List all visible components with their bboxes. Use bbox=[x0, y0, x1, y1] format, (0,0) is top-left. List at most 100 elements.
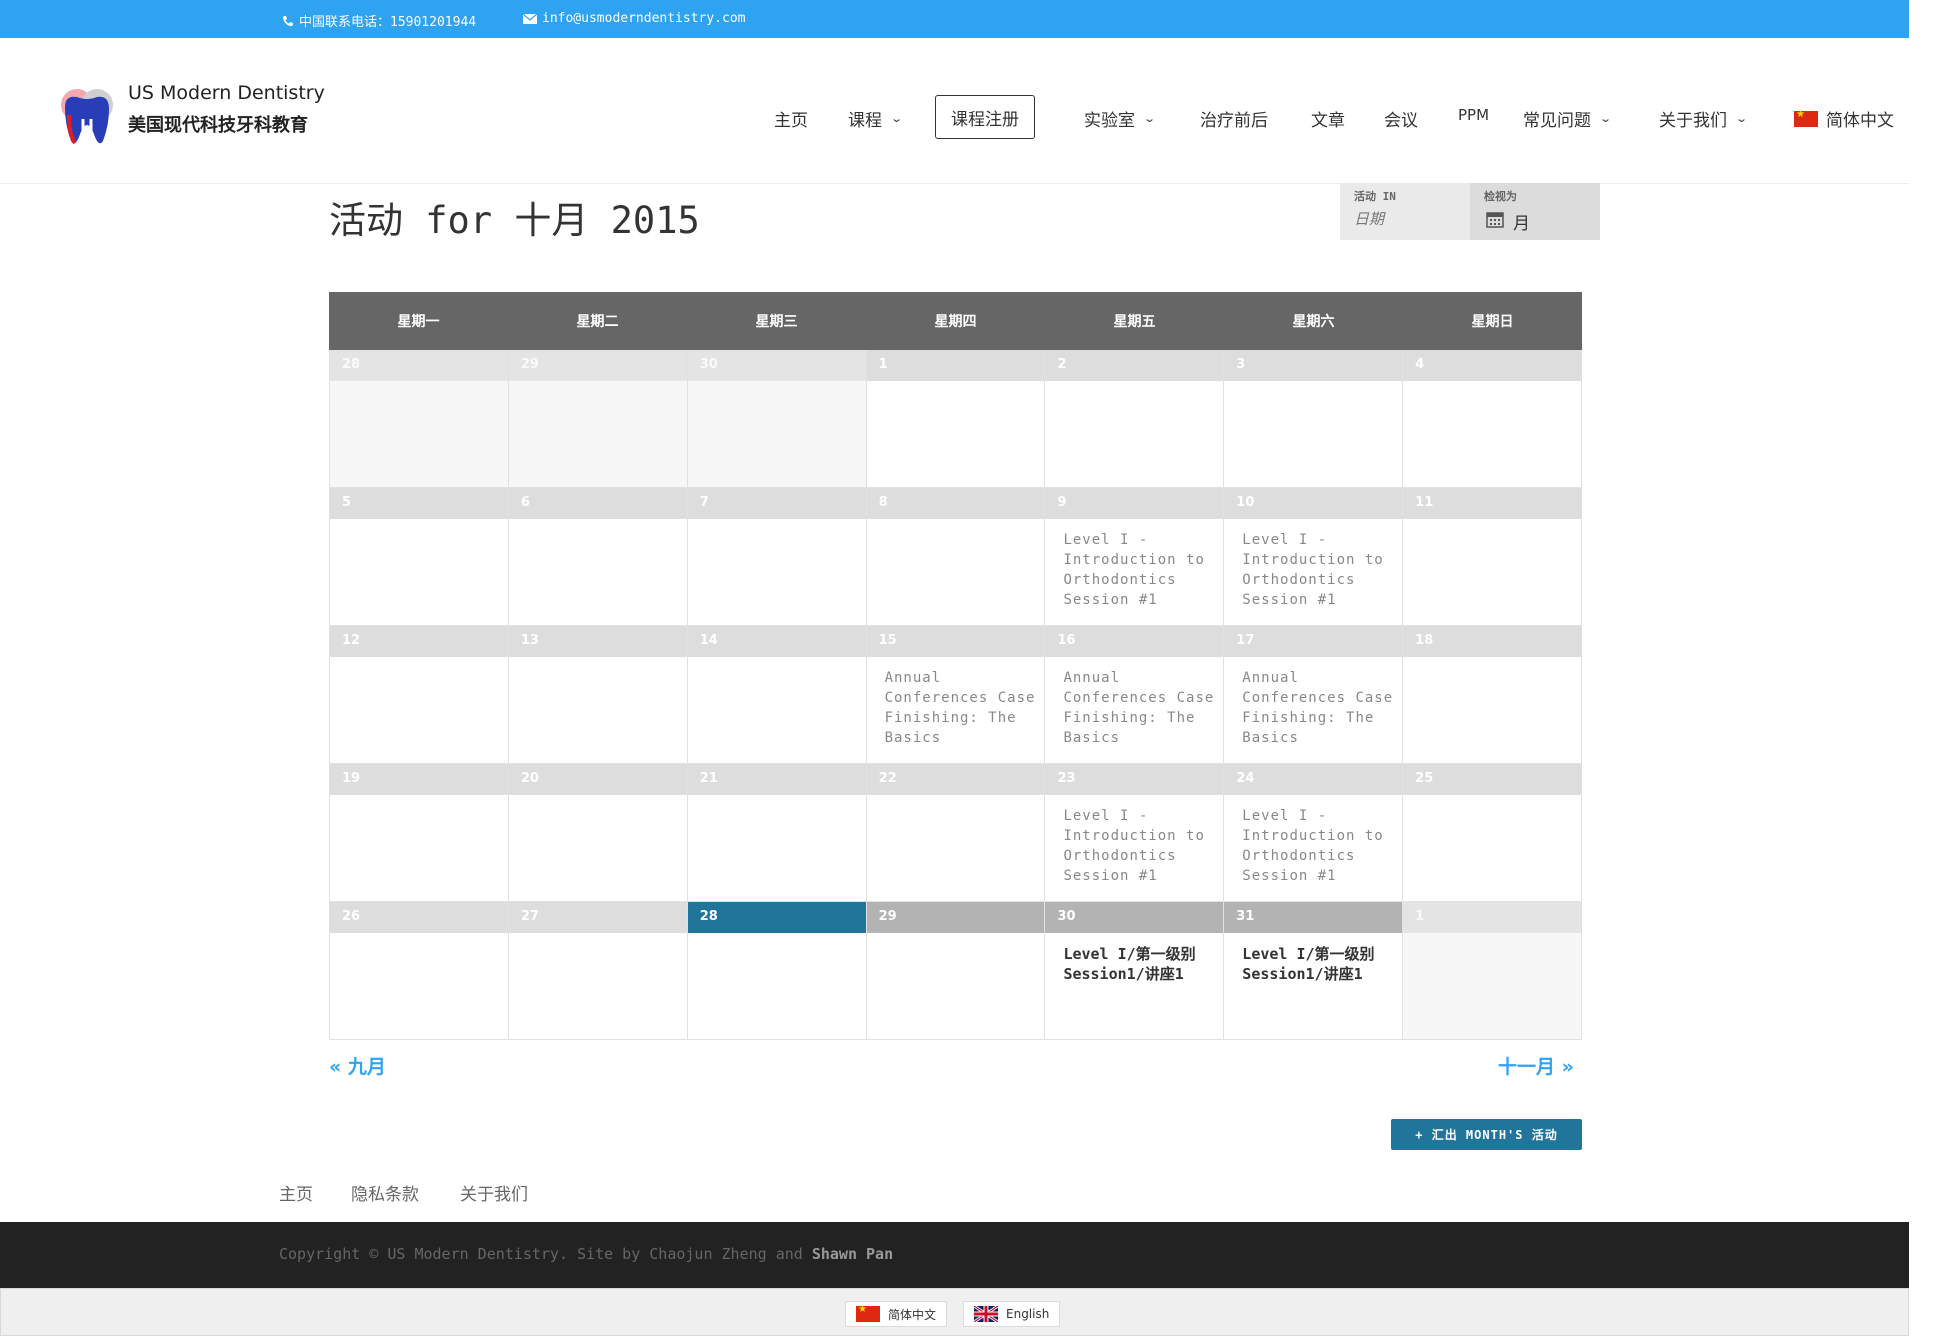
date-filter-input[interactable]: 日期 bbox=[1354, 208, 1384, 229]
calendar-day-cell[interactable]: 5 bbox=[329, 488, 509, 626]
calendar-day-cell[interactable]: 26 bbox=[329, 902, 509, 1040]
brand-name-cn[interactable]: 美国现代科技牙科教育 bbox=[128, 111, 308, 137]
calendar-event-link[interactable]: Level I - Introduction to Orthodontics S… bbox=[1242, 530, 1394, 610]
view-selector[interactable]: 检视为 月 bbox=[1470, 183, 1600, 240]
calendar-day-cell[interactable]: 30 Level I/第一级别 Session1/讲座1 bbox=[1045, 902, 1225, 1040]
view-selector-value[interactable]: 月 bbox=[1486, 209, 1530, 234]
nav-courses[interactable]: 课程 ⌄ bbox=[848, 106, 904, 131]
nav-register-button[interactable]: 课程注册 bbox=[935, 95, 1035, 139]
calendar-day-cell[interactable]: 19 bbox=[329, 764, 509, 902]
day-number: 10 bbox=[1224, 488, 1403, 519]
next-month-link[interactable]: 十一月 » bbox=[1498, 1052, 1574, 1079]
nav-before-after[interactable]: 治疗前后 bbox=[1200, 106, 1268, 131]
calendar-day-cell[interactable]: 9 Level I - Introduction to Orthodontics … bbox=[1045, 488, 1225, 626]
weekday-header: 星期六 bbox=[1292, 314, 1335, 330]
calendar-day-cell[interactable]: 1 bbox=[1403, 902, 1583, 1040]
calendar-day-cell[interactable]: 31 Level I/第一级别 Session1/讲座1 bbox=[1224, 902, 1404, 1040]
calendar-day-cell[interactable]: 18 bbox=[1403, 626, 1583, 764]
day-number: 27 bbox=[508, 902, 687, 933]
day-number: 31 bbox=[1224, 902, 1403, 933]
calendar-day-cell[interactable]: 7 bbox=[687, 488, 867, 626]
language-en-label: English bbox=[1006, 1307, 1050, 1321]
calendar-day-cell[interactable]: 24 Level I - Introduction to Orthodontics… bbox=[1224, 764, 1404, 902]
calendar-day-cell[interactable]: 15 Annual Conferences Case Finishing: The… bbox=[866, 626, 1046, 764]
nav-articles[interactable]: 文章 bbox=[1311, 106, 1345, 131]
day-number: 30 bbox=[687, 350, 866, 381]
nav-about[interactable]: 关于我们 ⌄ bbox=[1659, 106, 1748, 131]
nav-faq[interactable]: 常见问题 ⌄ bbox=[1523, 106, 1612, 131]
calendar-day-cell[interactable]: 14 bbox=[687, 626, 867, 764]
calendar-day-cell[interactable]: 8 bbox=[866, 488, 1046, 626]
calendar-day-cell[interactable]: 13 bbox=[508, 626, 688, 764]
footer-link-privacy[interactable]: 隐私条款 bbox=[351, 1180, 419, 1205]
chevron-down-icon: ⌄ bbox=[890, 112, 904, 125]
phone-icon bbox=[282, 15, 294, 27]
nav-home[interactable]: 主页 bbox=[774, 106, 808, 131]
calendar-day-cell[interactable]: 17 Annual Conferences Case Finishing: The… bbox=[1224, 626, 1404, 764]
calendar-day-cell[interactable]: 2 bbox=[1045, 350, 1225, 488]
calendar-day-cell[interactable]: 29 bbox=[866, 902, 1046, 1040]
calendar-day-cell[interactable]: 21 bbox=[687, 764, 867, 902]
calendar-event-link[interactable]: Level I - Introduction to Orthodontics S… bbox=[1063, 806, 1215, 886]
weekday-header: 星期二 bbox=[576, 314, 619, 330]
nav-ppm-label: PPM bbox=[1458, 106, 1490, 124]
calendar-day-cell[interactable]: 20 bbox=[508, 764, 688, 902]
calendar-day-cell[interactable]: 1 bbox=[866, 350, 1046, 488]
export-events-button[interactable]: + 汇出 MONTH'S 活动 bbox=[1391, 1119, 1582, 1150]
email-contact[interactable]: info@usmoderndentistry.com bbox=[523, 11, 746, 26]
calendar-event-link[interactable]: Level I - Introduction to Orthodontics S… bbox=[1063, 530, 1215, 610]
calendar-day-cell[interactable]: 28 bbox=[687, 902, 867, 1040]
calendar-day-cell[interactable]: 10 Level I - Introduction to Orthodontics… bbox=[1224, 488, 1404, 626]
day-number: 26 bbox=[330, 902, 508, 933]
calendar-day-cell[interactable]: 28 bbox=[329, 350, 509, 488]
calendar-day-cell[interactable]: 16 Annual Conferences Case Finishing: The… bbox=[1045, 626, 1225, 764]
page-title: 活动 for 十月 2015 bbox=[329, 199, 700, 242]
language-cn-label: 简体中文 bbox=[888, 1307, 937, 1322]
language-en-button[interactable]: English bbox=[963, 1301, 1061, 1327]
day-number: 19 bbox=[330, 764, 508, 795]
calendar-event-link[interactable]: Annual Conferences Case Finishing: The B… bbox=[1063, 668, 1215, 748]
page: 中国联系电话：15901201944 info@usmoderndentistr… bbox=[0, 0, 1909, 1336]
chevron-down-icon: ⌄ bbox=[1143, 112, 1157, 125]
nav-ppm[interactable]: PPM bbox=[1458, 106, 1489, 124]
calendar-header-row: 星期一 星期二 星期三 星期四 星期五 星期六 星期日 bbox=[329, 292, 1582, 350]
copyright-text: Copyright © US Modern Dentistry. Site by… bbox=[279, 1245, 893, 1263]
calendar-day-cell[interactable]: 27 bbox=[508, 902, 688, 1040]
nav-language[interactable]: 简体中文 bbox=[1794, 106, 1894, 131]
site-footer: Copyright © US Modern Dentistry. Site by… bbox=[0, 1222, 1909, 1288]
calendar-event-link[interactable]: Level I/第一级别 Session1/讲座1 bbox=[1242, 944, 1394, 984]
brand-name-en[interactable]: US Modern Dentistry bbox=[128, 82, 325, 104]
calendar-day-cell[interactable]: 11 bbox=[1403, 488, 1583, 626]
nav-meetings[interactable]: 会议 bbox=[1384, 106, 1418, 131]
calendar-day-cell[interactable]: 30 bbox=[687, 350, 867, 488]
calendar-event-link[interactable]: Level I/第一级别 Session1/讲座1 bbox=[1063, 944, 1215, 984]
day-number: 4 bbox=[1403, 350, 1582, 381]
footer-link-about[interactable]: 关于我们 bbox=[460, 1180, 528, 1205]
calendar-event-link[interactable]: Annual Conferences Case Finishing: The B… bbox=[885, 668, 1037, 748]
calendar-day-cell[interactable]: 6 bbox=[508, 488, 688, 626]
calendar-day-cell[interactable]: 25 bbox=[1403, 764, 1583, 902]
day-number: 12 bbox=[330, 626, 508, 657]
day-number: 15 bbox=[866, 626, 1045, 657]
date-filter[interactable]: 活动 IN 日期 bbox=[1340, 183, 1470, 240]
prev-month-link[interactable]: « 九月 bbox=[329, 1052, 386, 1079]
calendar-day-cell[interactable]: 29 bbox=[508, 350, 688, 488]
phone-contact[interactable]: 中国联系电话：15901201944 bbox=[282, 11, 476, 30]
calendar-event-link[interactable]: Level I - Introduction to Orthodontics S… bbox=[1242, 806, 1394, 886]
calendar-day-cell[interactable]: 22 bbox=[866, 764, 1046, 902]
copyright-author[interactable]: Shawn Pan bbox=[812, 1245, 893, 1263]
nav-lab[interactable]: 实验室 ⌄ bbox=[1084, 106, 1157, 131]
footer-link-home[interactable]: 主页 bbox=[279, 1180, 313, 1205]
calendar-day-cell[interactable]: 23 Level I - Introduction to Orthodontics… bbox=[1045, 764, 1225, 902]
calendar-icon bbox=[1486, 210, 1504, 233]
calendar-day-cell[interactable]: 3 bbox=[1224, 350, 1404, 488]
calendar-day-cell[interactable]: 12 bbox=[329, 626, 509, 764]
top-bar: 中国联系电话：15901201944 info@usmoderndentistr… bbox=[0, 0, 1909, 38]
language-cn-button[interactable]: 简体中文 bbox=[845, 1301, 948, 1327]
day-number: 14 bbox=[687, 626, 866, 657]
calendar-event-link[interactable]: Annual Conferences Case Finishing: The B… bbox=[1242, 668, 1394, 748]
calendar-day-cell[interactable]: 4 bbox=[1403, 350, 1583, 488]
calendar-grid: 28 29 30 1 2 3 4 5 6 7 8 9 Level I - Introduction to… bbox=[329, 350, 1583, 1040]
calendar-week-row: 28 29 30 1 2 3 4 bbox=[329, 350, 1583, 488]
tooth-logo-icon[interactable] bbox=[55, 85, 119, 149]
